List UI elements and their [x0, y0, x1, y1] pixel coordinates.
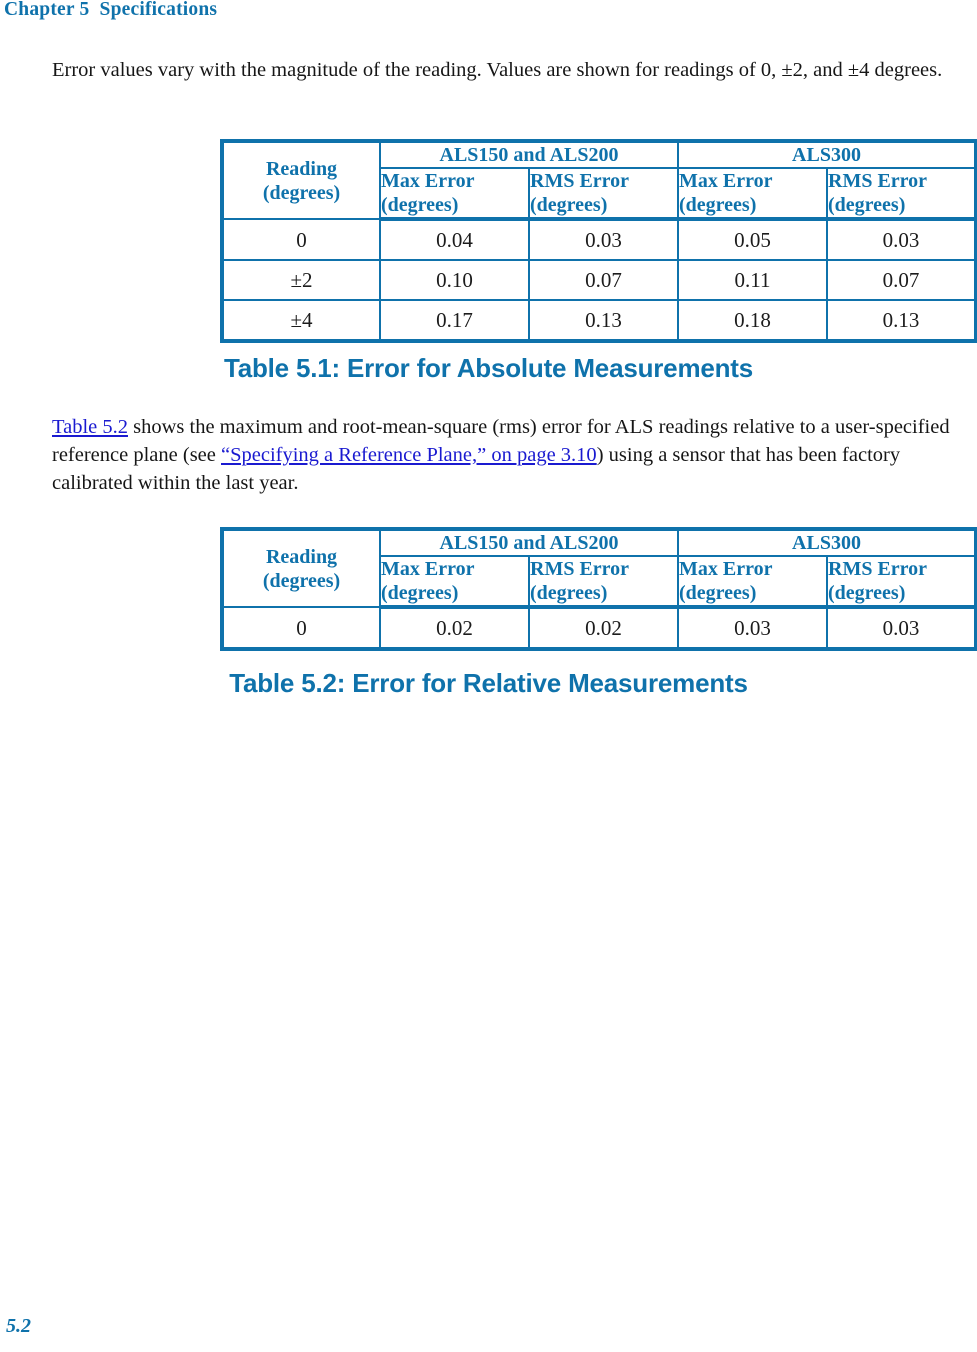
cell-als300-max: 0.18: [677, 299, 828, 342]
cell-als300-max: 0.11: [677, 259, 828, 301]
link-specifying-reference-plane[interactable]: “Specifying a Reference Plane,” on page …: [221, 444, 597, 466]
table-5-1-header-reading: Reading (degrees): [221, 140, 381, 220]
cell-reading: 0: [221, 218, 381, 261]
reading-label-line2: (degrees): [262, 181, 341, 204]
reading-label-line1: Reading: [265, 157, 338, 180]
subcol-line2: (degrees): [381, 582, 459, 604]
cell-als300-rms: 0.03: [826, 606, 977, 650]
table-5-1-header-group-als150-als200: ALS150 and ALS200: [379, 140, 679, 169]
cell-als300-rms: 0.13: [826, 299, 977, 342]
cell-als150-rms: 0.02: [528, 606, 679, 650]
link-table-5-2[interactable]: Table 5.2: [52, 416, 128, 438]
table-5-1-header-row-groups: Reading (degrees) ALS150 and ALS200 ALS3…: [221, 140, 977, 220]
table-5-2-header-als300-rms-error: RMS Error (degrees): [826, 555, 977, 609]
table-5-1-container: Reading (degrees) ALS150 and ALS200 ALS3…: [220, 139, 977, 343]
cell-als300-rms: 0.07: [826, 259, 977, 301]
subcol-line2: (degrees): [679, 194, 757, 216]
table-5-2: Reading (degrees) ALS150 and ALS200 ALS3…: [220, 527, 977, 651]
table-5-1: Reading (degrees) ALS150 and ALS200 ALS3…: [220, 139, 977, 343]
table-5-2-container: Reading (degrees) ALS150 and ALS200 ALS3…: [220, 527, 977, 651]
table-5-1-header-als300-rms-error: RMS Error (degrees): [826, 167, 977, 221]
cell-reading: ±2: [221, 259, 381, 301]
table-5-2-paragraph: Table 5.2 shows the maximum and root-mea…: [52, 413, 970, 497]
page-number: 5.2: [6, 1315, 31, 1337]
subcol-line2: (degrees): [679, 582, 757, 604]
table-row: ±4 0.17 0.13 0.18 0.13: [221, 299, 977, 342]
table-5-2-caption: Table 5.2: Error for Relative Measuremen…: [229, 668, 748, 698]
cell-als150-rms: 0.13: [528, 299, 679, 342]
subcol-line1: Max Error: [381, 558, 475, 580]
cell-als150-max: 0.02: [379, 606, 530, 650]
cell-als150-max: 0.17: [379, 299, 530, 342]
table-5-1-header-group-als300: ALS300: [677, 140, 977, 169]
table-row: 0 0.02 0.02 0.03 0.03: [221, 606, 977, 650]
table-row: 0 0.04 0.03 0.05 0.03: [221, 218, 977, 261]
subcol-line1: Max Error: [381, 170, 475, 192]
subcol-line2: (degrees): [828, 194, 906, 216]
cell-als150-max: 0.04: [379, 218, 530, 261]
table-row: ±2 0.10 0.07 0.11 0.07: [221, 259, 977, 301]
reading-label-line2: (degrees): [262, 569, 341, 592]
table-5-2-header-group-als150-als200: ALS150 and ALS200: [379, 528, 679, 557]
subcol-line1: Max Error: [679, 170, 773, 192]
cell-reading: ±4: [221, 299, 381, 342]
table-5-1-header-als300-max-error: Max Error (degrees): [677, 167, 828, 221]
subcol-line2: (degrees): [530, 582, 608, 604]
table-5-2-header-reading: Reading (degrees): [221, 528, 381, 608]
intro-paragraph: Error values vary with the magnitude of …: [52, 59, 943, 81]
cell-als300-max: 0.05: [677, 218, 828, 261]
subcol-line1: RMS Error: [828, 170, 928, 192]
cell-als150-rms: 0.03: [528, 218, 679, 261]
table-5-2-header-als150-rms-error: RMS Error (degrees): [528, 555, 679, 609]
cell-als300-rms: 0.03: [826, 218, 977, 261]
table-5-2-header-als150-max-error: Max Error (degrees): [379, 555, 530, 609]
cell-als150-max: 0.10: [379, 259, 530, 301]
table-5-1-caption: Table 5.1: Error for Absolute Measuremen…: [223, 353, 754, 383]
subcol-line1: Max Error: [679, 558, 773, 580]
chapter-header: Chapter 5 Specifications: [4, 0, 218, 20]
subcol-line1: RMS Error: [530, 170, 630, 192]
reading-label-line1: Reading: [265, 545, 338, 568]
table-5-2-header-group-als300: ALS300: [677, 528, 977, 557]
subcol-line1: RMS Error: [530, 558, 630, 580]
cell-als150-rms: 0.07: [528, 259, 679, 301]
subcol-line2: (degrees): [530, 194, 608, 216]
subcol-line2: (degrees): [828, 582, 906, 604]
table-5-2-header-als300-max-error: Max Error (degrees): [677, 555, 828, 609]
table-5-1-header-als150-rms-error: RMS Error (degrees): [528, 167, 679, 221]
subcol-line2: (degrees): [381, 194, 459, 216]
table-5-2-header-row-groups: Reading (degrees) ALS150 and ALS200 ALS3…: [221, 528, 977, 608]
subcol-line1: RMS Error: [828, 558, 928, 580]
cell-als300-max: 0.03: [677, 606, 828, 650]
table-5-1-header-als150-max-error: Max Error (degrees): [379, 167, 530, 221]
cell-reading: 0: [221, 606, 381, 650]
